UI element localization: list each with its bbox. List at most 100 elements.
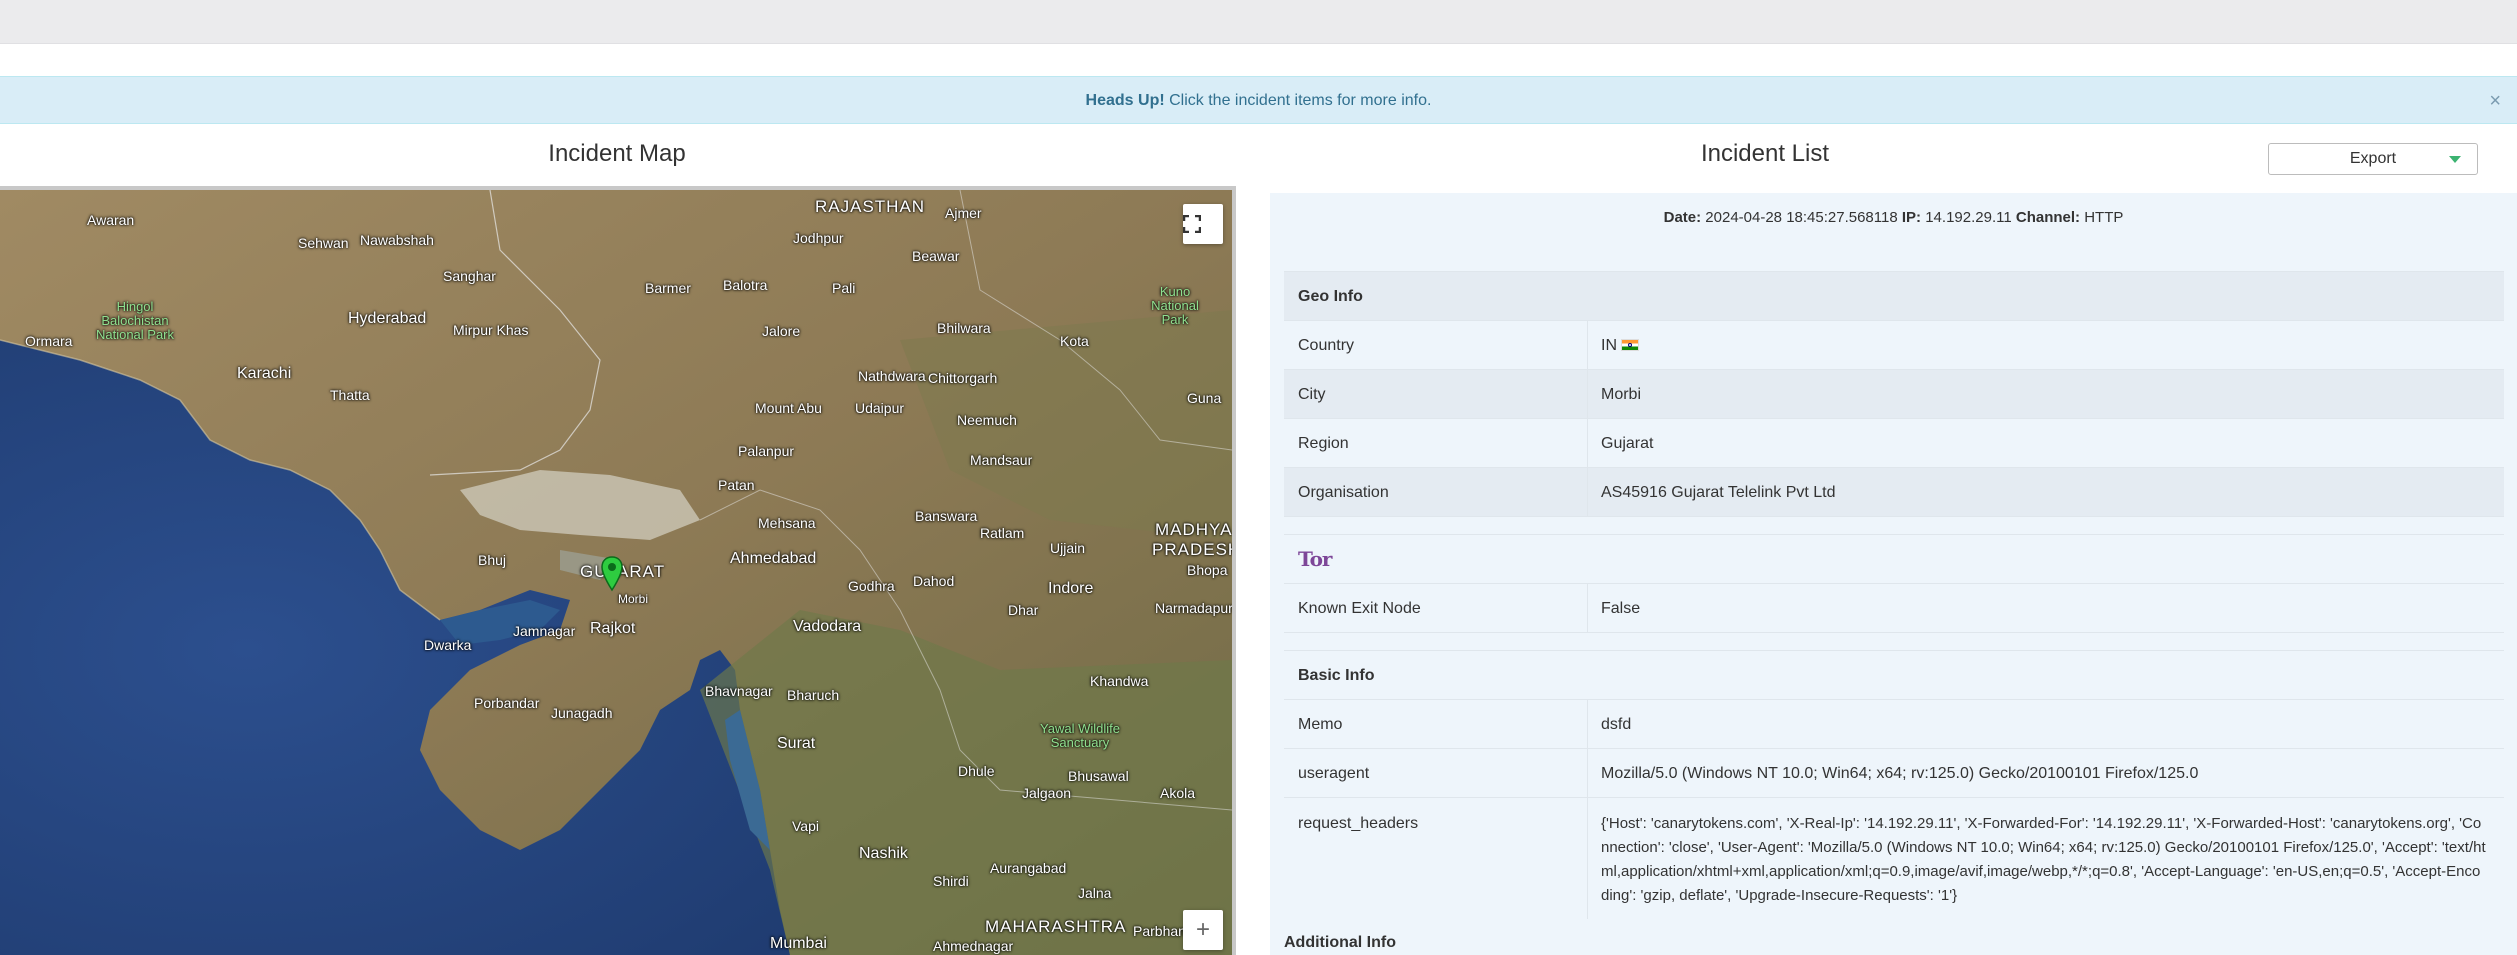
fullscreen-icon xyxy=(1183,215,1201,233)
map-label-ratlam: Ratlam xyxy=(980,525,1025,541)
map-label-narmadapuram: Narmadapuram xyxy=(1155,600,1233,616)
india-flag-icon xyxy=(1621,339,1639,351)
map-label-mountabu: Mount Abu xyxy=(755,400,822,416)
map-label-nathdwara: Nathdwara xyxy=(858,368,926,384)
map-label-palanpur: Palanpur xyxy=(738,443,795,459)
ip-label: IP: xyxy=(1901,209,1922,226)
table-row: Region Gujarat xyxy=(1284,418,2504,467)
table-row: Known Exit Node False xyxy=(1284,583,2504,632)
section-additional-info: Additional Info xyxy=(1284,934,1396,951)
map-label-bhusawal: Bhusawal xyxy=(1068,768,1129,784)
request-headers-value: {'Host': 'canarytokens.com', 'X-Real-Ip'… xyxy=(1601,815,2486,904)
spacer xyxy=(1284,632,2504,650)
map-label-jalgaon: Jalgaon xyxy=(1022,785,1072,801)
alert-strong: Heads Up! xyxy=(1085,92,1165,109)
channel-label: Channel: xyxy=(2015,209,2081,226)
table-row: request_headers {'Host': 'canarytokens.c… xyxy=(1284,797,2504,919)
section-title: Basic Info xyxy=(1298,667,1375,684)
map-label-surat: Surat xyxy=(777,735,816,752)
organisation-label: Organisation xyxy=(1298,484,1389,501)
memo-value: dsfd xyxy=(1601,716,1632,733)
map-label-yawal-sanctuary: Yawal Wildlife Sanctuary xyxy=(1040,721,1120,750)
map-label-rajkot: Rajkot xyxy=(590,620,636,637)
map-label-ahmedabad: Ahmedabad xyxy=(730,550,817,567)
section-title: Geo Info xyxy=(1298,288,1363,305)
map-label-akola: Akola xyxy=(1160,785,1196,801)
close-icon[interactable]: × xyxy=(2489,77,2501,125)
map-label-jalore: Jalore xyxy=(762,323,801,339)
map-label-bhuj: Bhuj xyxy=(478,552,507,568)
table-row: City Morbi xyxy=(1284,369,2504,418)
incident-map-title: Incident Map xyxy=(548,140,686,167)
table-row: useragent Mozilla/5.0 (Windows NT 10.0; … xyxy=(1284,748,2504,797)
map-label-bhilwara: Bhilwara xyxy=(937,320,991,336)
map-label-khandwa: Khandwa xyxy=(1090,673,1149,689)
incident-map[interactable]: RAJASTHAN GUJARAT MADHYA PRADESH MAHARAS… xyxy=(0,186,1236,955)
fullscreen-button[interactable] xyxy=(1183,204,1223,244)
map-label-dwarka: Dwarka xyxy=(424,637,472,653)
map-label-jamnagar: Jamnagar xyxy=(513,623,576,639)
map-label-ormara: Ormara xyxy=(25,333,73,349)
exit-node-label: Known Exit Node xyxy=(1298,600,1421,617)
incident-detail: Date: 2024-04-28 18:45:27.568118 IP: 14.… xyxy=(1270,193,2517,955)
map-label-guna: Guna xyxy=(1187,390,1222,406)
map-label-kuno-park: Kuno National Park xyxy=(1151,284,1199,327)
map-label-karachi: Karachi xyxy=(237,365,292,382)
map-label-shirdi: Shirdi xyxy=(933,873,969,889)
region-label: Region xyxy=(1298,435,1349,452)
exit-node-value: False xyxy=(1601,600,1641,617)
map-label-parbhani: Parbhani xyxy=(1133,923,1190,939)
heads-up-alert: Heads Up! Click the incident items for m… xyxy=(0,76,2517,124)
map-marker-icon[interactable] xyxy=(601,556,623,592)
date-label: Date: xyxy=(1663,209,1702,226)
city-label: City xyxy=(1298,386,1326,403)
map-label-chittorgarh: Chittorgarh xyxy=(928,370,998,386)
map-label-ajmer: Ajmer xyxy=(945,205,982,221)
section-geo-info: Geo Info xyxy=(1284,271,2504,320)
section-tor: Tor xyxy=(1284,534,2504,583)
map-label-dahod: Dahod xyxy=(913,573,955,589)
map-label-neemuch: Neemuch xyxy=(957,412,1017,428)
map-label-vapi: Vapi xyxy=(792,818,819,834)
map-label-hyderabad: Hyderabad xyxy=(348,310,427,327)
map-label-ahmednagar: Ahmednagar xyxy=(933,938,1014,954)
export-label: Export xyxy=(2349,150,2397,167)
map-label-dhule: Dhule xyxy=(958,763,995,779)
country-label: Country xyxy=(1298,337,1355,354)
map-label-porbandar: Porbandar xyxy=(474,695,540,711)
map-label-madhya: MADHYA xyxy=(1155,520,1233,539)
map-label-dhar: Dhar xyxy=(1008,602,1039,618)
map-label-godhra: Godhra xyxy=(848,578,895,594)
map-label-ujjain: Ujjain xyxy=(1050,540,1086,556)
map-label-junagadh: Junagadh xyxy=(551,705,613,721)
zoom-in-button[interactable]: + xyxy=(1183,910,1223,950)
map-label-balotra: Balotra xyxy=(723,277,768,293)
section-basic-info: Basic Info xyxy=(1284,650,2504,699)
map-label-bhopal: Bhopa xyxy=(1187,562,1228,578)
map-label-pradesh: PRADESH xyxy=(1152,540,1236,559)
map-label-thatta: Thatta xyxy=(330,387,370,403)
map-label-nashik: Nashik xyxy=(859,845,908,862)
map-label-patan: Patan xyxy=(718,477,755,493)
organisation-value: AS45916 Gujarat Telelink Pvt Ltd xyxy=(1601,484,1836,501)
map-label-sehwan: Sehwan xyxy=(298,235,349,251)
map-label-vadodara: Vadodara xyxy=(793,618,862,635)
map-label-jodhpur: Jodhpur xyxy=(793,230,844,246)
map-label-kota: Kota xyxy=(1060,333,1089,349)
map-label-nawabshah: Nawabshah xyxy=(360,232,434,248)
incident-list-title: Incident List xyxy=(1700,140,1830,167)
map-label-bhavnagar: Bhavnagar xyxy=(705,683,773,699)
useragent-value: Mozilla/5.0 (Windows NT 10.0; Win64; x64… xyxy=(1601,765,2199,782)
map-label-barmer: Barmer xyxy=(645,280,691,296)
incident-ip: 14.192.29.11 xyxy=(1925,209,2012,226)
map-label-mehsana: Mehsana xyxy=(758,515,816,531)
caret-down-icon xyxy=(2449,156,2461,163)
table-row: Memo dsfd xyxy=(1284,699,2504,748)
map-label-jalna: Jalna xyxy=(1078,885,1112,901)
map-label-pali: Pali xyxy=(832,280,856,296)
map-label-aurangabad: Aurangabad xyxy=(990,860,1067,876)
map-label-hingol-park: Hingol Balochistan National Park xyxy=(95,299,175,342)
export-dropdown[interactable]: Export xyxy=(2268,143,2478,175)
region-value: Gujarat xyxy=(1601,435,1654,452)
table-row: Organisation AS45916 Gujarat Telelink Pv… xyxy=(1284,467,2504,516)
